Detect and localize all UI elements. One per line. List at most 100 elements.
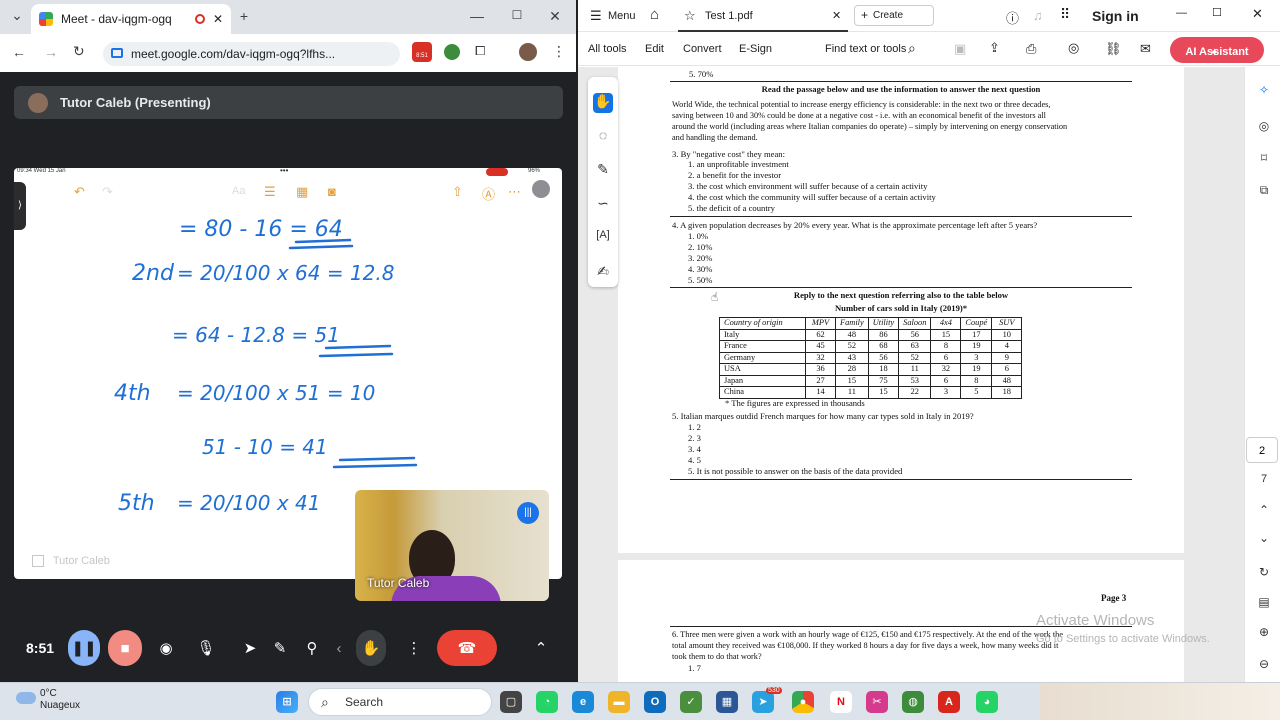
tab-convert[interactable]: Convert [683,43,722,55]
page-up-icon[interactable]: ⌃ [1255,503,1273,521]
pen-icon[interactable]: ✎ [270,630,290,666]
tab-test-pdf[interactable]: ☆ Test 1.pdf ✕ [678,0,848,32]
highlight-pen-icon[interactable]: ✎ [593,161,613,181]
pin-icon[interactable] [32,555,44,568]
extension-globe-icon[interactable] [444,44,460,60]
profile-avatar[interactable] [519,43,537,61]
zoom-in-icon[interactable]: ⊕ [1255,625,1273,643]
save-icon[interactable]: ▣ [954,41,966,57]
leave-call-button[interactable]: ☎ [437,630,497,666]
microphone-icon[interactable]: 🎙 [188,630,224,666]
chrome-menu-icon[interactable]: ⋮ [552,43,566,60]
search-icon[interactable]: ⌕ [908,40,916,57]
comments-panel-icon[interactable]: ◎ [1255,119,1273,137]
file-explorer-icon[interactable]: ▬ [608,691,630,713]
fill-sign-icon[interactable]: ✍ [593,263,613,283]
cell: 62 [805,328,836,341]
ink-line1: = 80 - 16 = 64 [179,217,343,242]
whatsapp-business-icon[interactable]: ◕ [976,691,998,713]
table-row: Italy 62 48 86 56 15 17 10 [719,328,1023,341]
find-tools-input[interactable]: Find text or tools [825,43,906,55]
comment-icon[interactable]: ◌ [593,127,613,147]
q6-line-1: 6. Three men were given a work with an h… [672,630,1063,639]
chevron-left-icon[interactable]: ‹ [332,630,346,666]
ai-summary-icon[interactable]: ✧ [1255,83,1273,101]
stop-recording-button[interactable]: ■ [108,630,142,666]
menu-label[interactable]: Menu [608,10,636,22]
tab-edit[interactable]: Edit [645,43,664,55]
chevron-up-icon[interactable]: ⌃ [530,630,552,666]
self-view-tile[interactable]: Tutor Caleb ||| [355,490,549,601]
chrome-icon[interactable]: ● [792,691,814,713]
back-icon[interactable]: ← [12,44,26,60]
tab-esign[interactable]: E-Sign [739,43,772,55]
tab-close-icon[interactable]: ✕ [213,12,223,26]
address-bar[interactable]: meet.google.com/dav-iqgm-ogq?lfhs... [103,42,400,66]
home-icon[interactable]: ⌂ [650,6,659,23]
hamburger-icon[interactable]: ☰ [590,8,602,24]
q5-option-3: 3. 4 [688,444,701,454]
acro-minimize-icon[interactable]: — [1176,7,1187,19]
start-icon[interactable]: ⊞ [276,691,298,713]
taskbar-search[interactable]: ⌕ Search [308,688,492,716]
close-window-icon[interactable]: ✕ [546,8,564,25]
pointer-icon[interactable]: ➤ [240,630,260,666]
pages-panel-icon[interactable]: ⧉ [1255,183,1273,201]
forward-icon[interactable]: → [44,44,58,60]
netflix-icon[interactable]: N [830,691,852,713]
new-tab-icon[interactable]: + [235,8,253,24]
zoom-out-icon[interactable]: ⊖ [1255,657,1273,675]
self-view-name: Tutor Caleb [367,576,430,590]
telegram-icon[interactable]: ➤ [752,691,774,713]
page-number-input[interactable]: 2 [1246,437,1278,463]
lasso-icon[interactable]: ∽ [593,195,613,215]
page-down-icon[interactable]: ⌄ [1255,531,1273,549]
page-fit-icon[interactable]: ▤ [1255,595,1273,613]
extension-timer-icon[interactable]: 8:51 [412,42,432,62]
refresh-icon[interactable]: ↻ [1255,565,1273,583]
calendar-icon[interactable]: ▦ [716,691,738,713]
apps-grid-icon[interactable]: ⠿ [1060,6,1070,23]
task-view-icon[interactable]: ▢ [500,691,522,713]
weather-widget[interactable]: 0°C Nuageux [16,688,80,712]
pause-button[interactable]: ❚❚ [68,630,100,666]
maximize-icon[interactable]: ☐ [508,8,526,22]
minimize-icon[interactable]: — [468,8,486,24]
sign-in-link[interactable]: Sign in [1092,8,1139,24]
star-icon[interactable]: ☆ [684,8,696,24]
tab-meet[interactable]: Meet - dav-iqgm-ogq ✕ [31,4,231,34]
tab-search-icon[interactable]: ⌄ [8,7,26,24]
acro-maximize-icon[interactable]: ☐ [1212,6,1222,19]
find-person-icon[interactable]: ◎ [1068,40,1079,56]
record-icon[interactable]: ◉ [154,630,178,666]
help-icon[interactable]: ⓘ [1006,8,1019,27]
mail-icon[interactable]: ✉ [1140,41,1151,57]
extensions-puzzle-icon[interactable]: ⧠ [475,43,485,59]
hand-tool-icon[interactable]: ✋ [593,93,613,113]
upload-icon[interactable]: ⇪ [989,40,1000,56]
snipping-tool-icon[interactable]: ✂ [866,691,888,713]
acro-close-icon[interactable]: ✕ [1252,6,1263,22]
tab-all-tools[interactable]: All tools [588,43,627,55]
create-button[interactable]: + Create [854,5,934,26]
link-icon[interactable]: ⛓ [1105,41,1122,57]
bookmark-panel-icon[interactable]: ⌑ [1255,151,1273,169]
text-select-icon[interactable]: [A] [593,229,613,249]
whatsapp-icon[interactable]: ◔ [536,691,558,713]
bell-icon[interactable]: ♫ [1033,8,1043,23]
globe-app-icon[interactable]: ◍ [902,691,924,713]
reload-icon[interactable]: ↻ [73,43,85,60]
acrobat-icon[interactable]: A [938,691,960,713]
document-viewport[interactable]: 5. 70% Read the passage below and use th… [578,67,1244,682]
outlook-icon[interactable]: O [644,691,666,713]
highlighter-icon[interactable]: ⚲ [302,630,322,666]
acrobat-titlebar: ☰ Menu ⌂ ☆ Test 1.pdf ✕ + Create ⓘ ♫ ⠿ S… [578,0,1280,32]
ai-assistant-button[interactable]: ✦ AI Assistant [1170,37,1264,63]
raise-hand-icon[interactable]: ✋ [356,630,386,666]
more-options-icon[interactable]: ⋮ [404,630,424,666]
close-tab-icon[interactable]: ✕ [832,9,841,22]
cell: 22 [898,386,932,399]
edge-icon[interactable]: e [572,691,594,713]
print-icon[interactable]: ⎙ [1026,41,1036,57]
spreadsheet-icon[interactable]: ✓ [680,691,702,713]
